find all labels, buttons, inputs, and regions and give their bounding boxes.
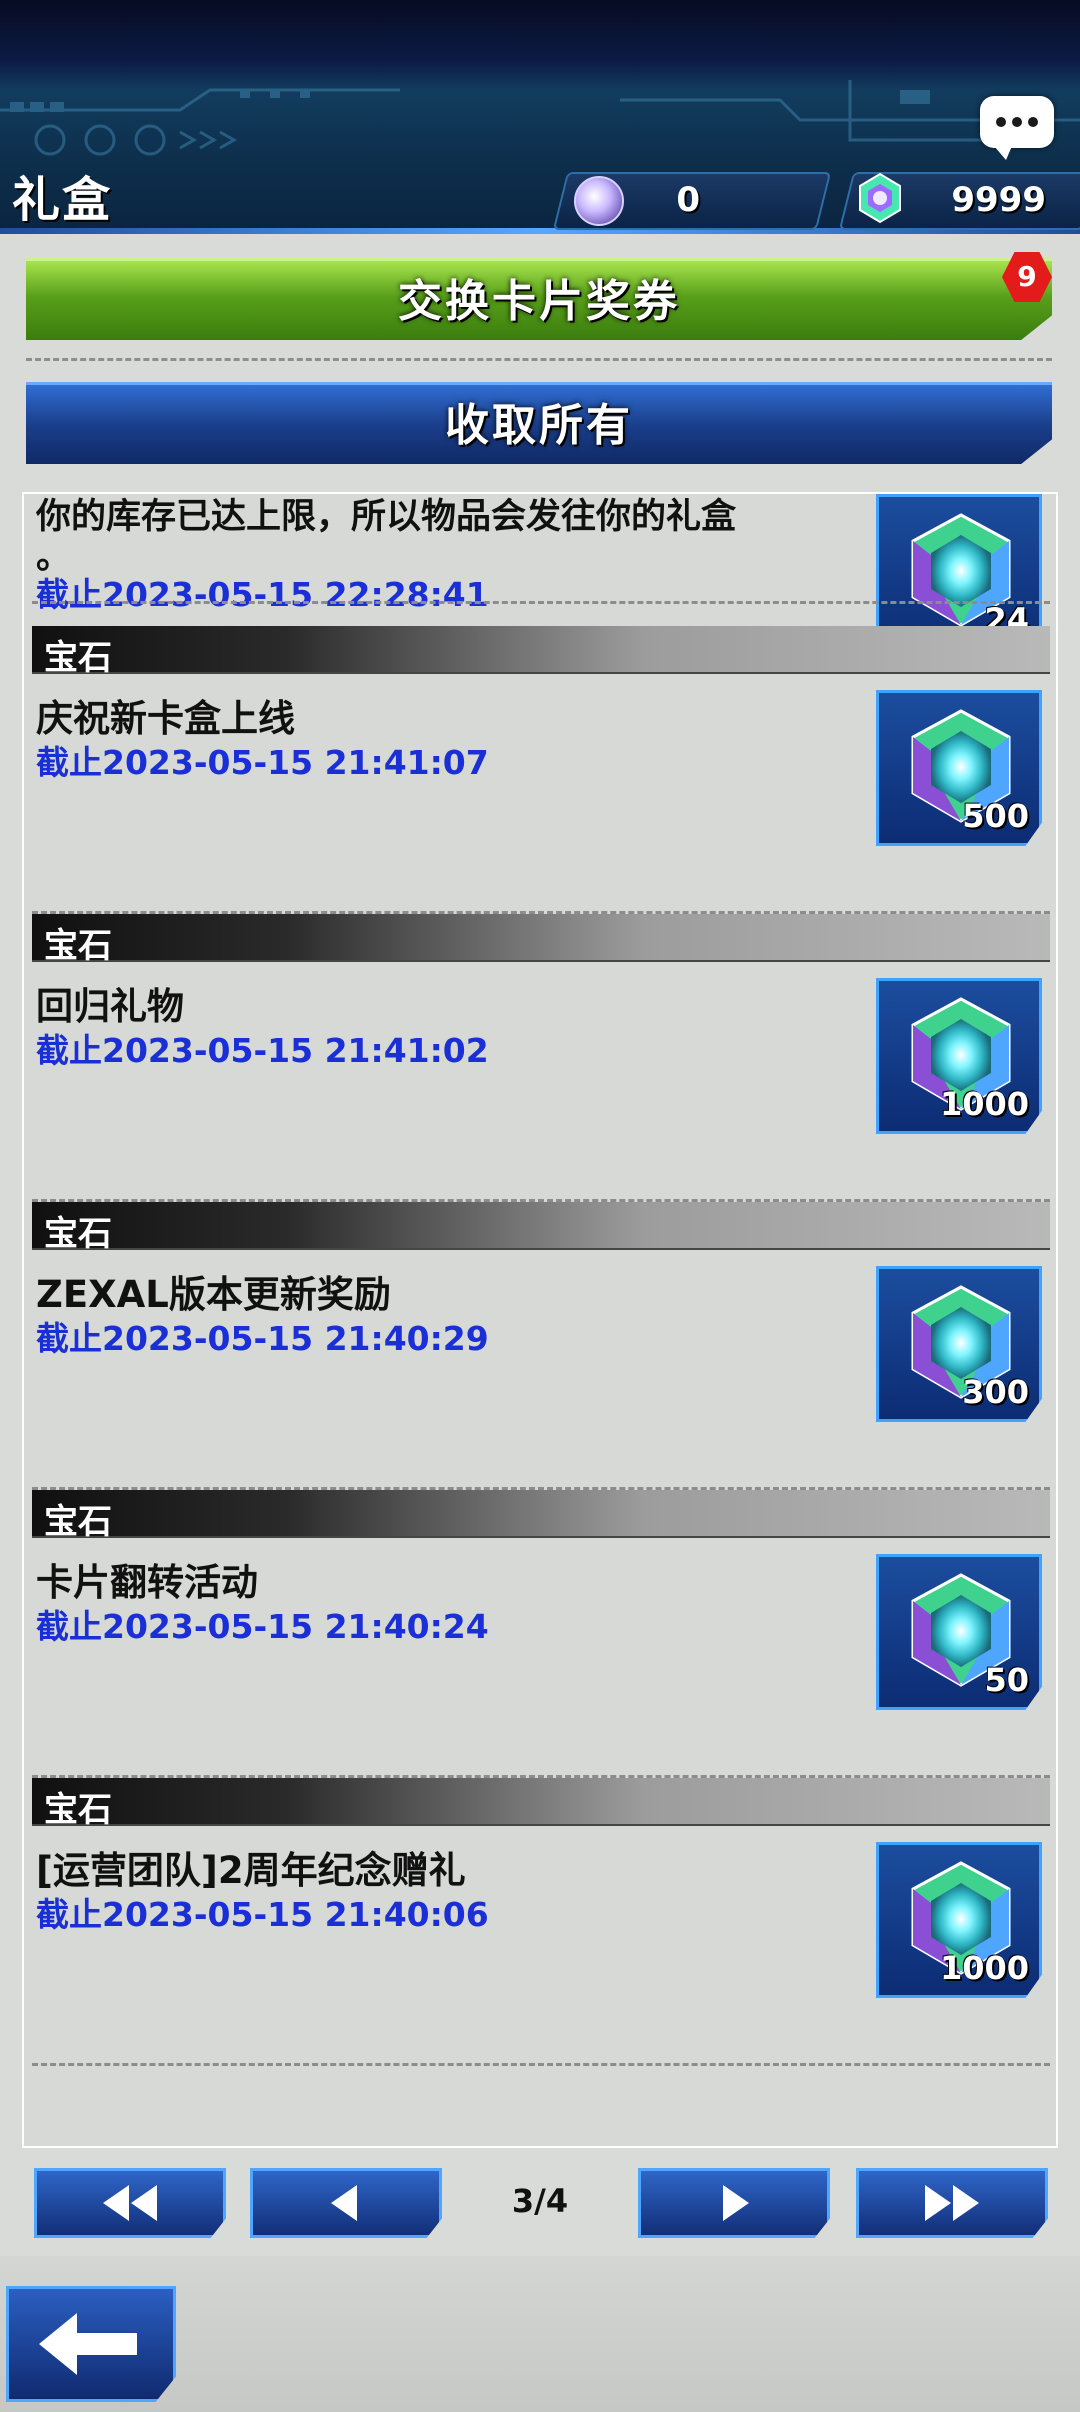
item-expiry: 截止2023-05-15 22:28:41 bbox=[36, 575, 489, 614]
item-expiry: 截止2023-05-15 21:41:07 bbox=[36, 743, 489, 782]
list-item[interactable]: 宝石 [运营团队]2周年纪念赠礼 截止2023-05-15 21:40:06 1… bbox=[24, 1778, 1056, 2066]
item-expiry: 截止2023-05-15 21:40:24 bbox=[36, 1607, 489, 1646]
list-item[interactable]: 你的库存已达上限，所以物品会发往你的礼盒 。 截止2023-05-15 22:2… bbox=[24, 494, 1056, 650]
gem-reward-card[interactable]: 1000 bbox=[876, 978, 1042, 1134]
item-title: 回归礼物 bbox=[36, 985, 184, 1028]
reward-count: 300 bbox=[962, 1373, 1029, 1411]
category-bar: 宝石 bbox=[32, 1778, 1050, 1830]
reward-count: 500 bbox=[962, 797, 1029, 835]
gem-reward-card[interactable]: 500 bbox=[876, 690, 1042, 846]
list-item[interactable]: 宝石 庆祝新卡盒上线 截止2023-05-15 21:41:07 500 bbox=[24, 626, 1056, 914]
reward-count: 1000 bbox=[939, 1949, 1029, 1987]
divider bbox=[32, 2063, 1050, 2066]
gem-count: 9999 bbox=[951, 180, 1046, 220]
divider bbox=[32, 601, 1050, 604]
back-arrow-icon bbox=[39, 2313, 137, 2375]
item-expiry: 截止2023-05-15 21:41:02 bbox=[36, 1031, 489, 1070]
chat-bubble-icon[interactable] bbox=[980, 96, 1054, 160]
previous-page-button[interactable] bbox=[250, 2168, 442, 2238]
back-button[interactable] bbox=[6, 2286, 176, 2402]
chevron-right-icon bbox=[723, 2185, 749, 2221]
gem-icon bbox=[856, 172, 904, 228]
reward-count: 1000 bbox=[939, 1085, 1029, 1123]
category-bar: 宝石 bbox=[32, 1490, 1050, 1542]
item-title: [运营团队]2周年纪念赠礼 bbox=[36, 1849, 466, 1892]
item-title: 卡片翻转活动 bbox=[36, 1561, 258, 1604]
category-label: 宝石 bbox=[44, 1790, 112, 1830]
page-indicator: 3/4 bbox=[511, 2182, 569, 2220]
list-item[interactable]: 宝石 ZEXAL版本更新奖励 截止2023-05-15 21:40:29 300 bbox=[24, 1202, 1056, 1490]
category-label: 宝石 bbox=[44, 926, 112, 966]
item-description: 你的库存已达上限，所以物品会发往你的礼盒 bbox=[36, 497, 737, 537]
chevron-left-icon bbox=[331, 2185, 357, 2221]
gift-list[interactable]: 你的库存已达上限，所以物品会发往你的礼盒 。 截止2023-05-15 22:2… bbox=[22, 492, 1058, 2148]
next-page-button[interactable] bbox=[638, 2168, 830, 2238]
list-item[interactable]: 宝石 回归礼物 截止2023-05-15 21:41:02 1000 bbox=[24, 914, 1056, 1202]
category-bar: 宝石 bbox=[32, 1202, 1050, 1254]
item-expiry: 截止2023-05-15 21:40:29 bbox=[36, 1319, 489, 1358]
double-chevron-right-icon bbox=[925, 2185, 979, 2221]
divider bbox=[26, 358, 1052, 361]
collect-all-button[interactable]: 收取所有 bbox=[26, 382, 1052, 464]
category-bar: 宝石 bbox=[32, 914, 1050, 966]
item-title: ZEXAL版本更新奖励 bbox=[36, 1273, 391, 1316]
gem-reward-card[interactable]: 1000 bbox=[876, 1842, 1042, 1998]
item-expiry: 截止2023-05-15 21:40:06 bbox=[36, 1895, 489, 1934]
category-label: 宝石 bbox=[44, 638, 112, 678]
double-chevron-left-icon bbox=[103, 2185, 157, 2221]
orb-count: 0 bbox=[676, 180, 700, 220]
last-page-button[interactable] bbox=[856, 2168, 1048, 2238]
orb-icon bbox=[574, 176, 624, 226]
item-title: 庆祝新卡盒上线 bbox=[36, 697, 295, 740]
reward-count: 50 bbox=[984, 1661, 1029, 1699]
category-bar: 宝石 bbox=[32, 626, 1050, 678]
list-item[interactable]: 宝石 卡片翻转活动 截止2023-05-15 21:40:24 50 bbox=[24, 1490, 1056, 1778]
page-title: 礼盒 bbox=[12, 172, 113, 228]
first-page-button[interactable] bbox=[34, 2168, 226, 2238]
exchange-card-voucher-button[interactable]: 交换卡片奖券 bbox=[26, 258, 1052, 340]
gem-reward-card[interactable]: 300 bbox=[876, 1266, 1042, 1422]
category-label: 宝石 bbox=[44, 1502, 112, 1542]
gem-reward-card[interactable]: 50 bbox=[876, 1554, 1042, 1710]
category-label: 宝石 bbox=[44, 1214, 112, 1254]
